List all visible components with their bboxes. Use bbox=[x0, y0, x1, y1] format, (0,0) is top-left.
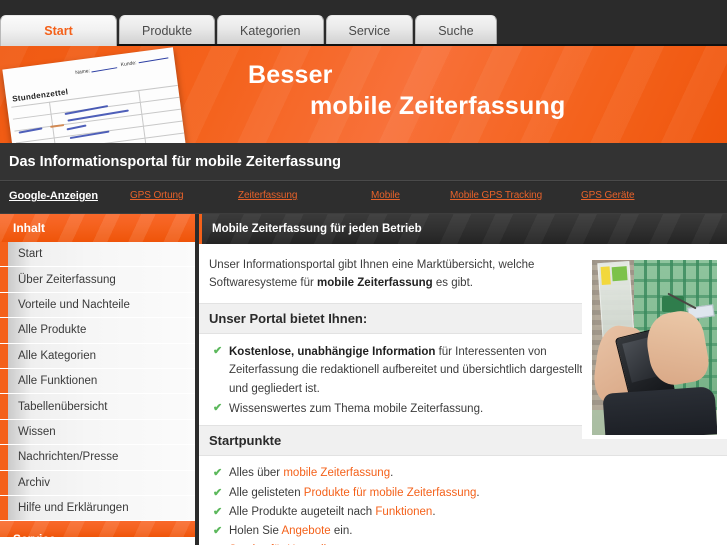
ad-link-gps-ortung[interactable]: GPS Ortung bbox=[130, 190, 184, 201]
timesheet-image: Name: Kunde: Stundenzettel bbox=[2, 47, 186, 143]
sidebar-item-label: Archiv bbox=[18, 476, 50, 489]
tab-start[interactable]: Start bbox=[0, 15, 117, 46]
list-item: ✔ Alle Produkte augeteilt nach Funktionen… bbox=[213, 504, 583, 521]
list-item-suffix: . bbox=[432, 505, 436, 518]
sidebar-item-wissen[interactable]: Wissen bbox=[0, 419, 195, 446]
google-ads-bar: Google-Anzeigen GPS Ortung Zeiterfassung… bbox=[0, 182, 727, 214]
tab-service[interactable]: Service bbox=[325, 15, 414, 46]
photo-inner bbox=[592, 260, 717, 435]
list-item-suffix: ein. bbox=[330, 525, 353, 538]
banner-line-2: mobile Zeiterfassung bbox=[310, 92, 566, 121]
sidebar-item-alle-funktionen[interactable]: Alle Funktionen bbox=[0, 368, 195, 395]
list-item: ✔ Wissenswertes zum Thema mobile Zeiterfa… bbox=[213, 400, 583, 419]
sidebar-header: Inhalt bbox=[0, 214, 195, 242]
content-intro: Unser Informationsportal gibt Ihnen eine… bbox=[199, 244, 579, 303]
list-item-suffix: . bbox=[390, 467, 394, 480]
page-title: Das Informationsportal für mobile Zeiter… bbox=[9, 153, 341, 170]
list-item: ✔ Kostenlose, unabhängige Information für… bbox=[213, 343, 583, 399]
timesheet-kunde-handwriting bbox=[137, 51, 169, 64]
top-tab-bar: Start Produkte Kategorien Service Suche bbox=[0, 0, 727, 51]
list-item: ✔ Alles über mobile Zeiterfassung. bbox=[213, 465, 583, 482]
sidebar-footer-header: Service bbox=[0, 521, 195, 538]
sidebar: Inhalt Start Über Zeiterfassung Vorteile… bbox=[0, 214, 195, 545]
mobile-device-photo bbox=[582, 254, 727, 439]
ad-link-zeiterfassung[interactable]: Zeiterfassung bbox=[238, 190, 297, 201]
portal-title-bar: Das Informationsportal für mobile Zeiter… bbox=[0, 143, 727, 181]
sidebar-item-label: Alle Kategorien bbox=[18, 349, 96, 362]
tab-suche[interactable]: Suche bbox=[415, 15, 497, 46]
list-item-prefix: Alles über bbox=[229, 467, 284, 480]
content-intro-part2: es gibt. bbox=[432, 277, 473, 290]
google-ads-label: Google-Anzeigen bbox=[9, 190, 98, 202]
content-header-label: Mobile Zeiterfassung für jeden Betrieb bbox=[212, 223, 422, 235]
list-item-prefix: Alle Produkte augeteilt nach bbox=[229, 505, 376, 518]
sidebar-item-label: Start bbox=[18, 248, 43, 261]
sidebar-item-label: Tabellenübersicht bbox=[18, 400, 108, 413]
sidebar-item-label: Alle Funktionen bbox=[18, 375, 98, 388]
check-icon: ✔ bbox=[213, 467, 223, 480]
photo-green-label bbox=[611, 266, 628, 282]
ad-link-mobile[interactable]: Mobile bbox=[371, 190, 400, 201]
sidebar-item-vorteile-und-nachteile[interactable]: Vorteile und Nachteile bbox=[0, 292, 195, 319]
sidebar-header-label: Inhalt bbox=[13, 221, 45, 235]
sidebar-item-label: Hilfe und Erklärungen bbox=[18, 502, 129, 515]
timesheet-name-handwriting bbox=[90, 61, 118, 73]
link-produkte-fuer-mobile-zeiterfassung[interactable]: Produkte für mobile Zeiterfassung bbox=[304, 487, 477, 499]
list-item: ✔ Alle gelisteten Produkte für mobile Zei… bbox=[213, 485, 583, 502]
photo-yellow-label bbox=[600, 266, 611, 285]
check-icon: ✔ bbox=[213, 505, 223, 518]
sidebar-footer-label: Service bbox=[0, 532, 195, 537]
ad-link-mobile-gps-tracking[interactable]: Mobile GPS Tracking bbox=[450, 190, 542, 201]
sidebar-item-nachrichten-presse[interactable]: Nachrichten/Presse bbox=[0, 445, 195, 471]
tab-service-label: Service bbox=[348, 24, 391, 38]
sidebar-item-alle-produkte[interactable]: Alle Produkte bbox=[0, 318, 195, 344]
check-icon: ✔ bbox=[213, 525, 223, 538]
sidebar-item-label: Alle Produkte bbox=[18, 324, 87, 337]
sidebar-item-tabellenuebersicht[interactable]: Tabellenübersicht bbox=[0, 394, 195, 420]
link-mobile-zeiterfassung[interactable]: mobile Zeiterfassung bbox=[283, 467, 390, 479]
sidebar-item-label: Vorteile und Nachteile bbox=[18, 298, 130, 311]
tab-suche-label: Suche bbox=[438, 24, 474, 38]
sidebar-item-label: Über Zeiterfassung bbox=[18, 273, 116, 286]
tab-produkte[interactable]: Produkte bbox=[119, 15, 216, 46]
sidebar-item-archiv[interactable]: Archiv bbox=[0, 470, 195, 496]
sidebar-item-alle-kategorien[interactable]: Alle Kategorien bbox=[0, 343, 195, 369]
content-header: Mobile Zeiterfassung für jeden Betrieb bbox=[199, 214, 727, 244]
tab-produkte-label: Produkte bbox=[142, 24, 193, 38]
check-icon: ✔ bbox=[213, 486, 223, 499]
tab-kategorien[interactable]: Kategorien bbox=[217, 15, 324, 46]
tab-list: Start Produkte Kategorien Service Suche bbox=[0, 15, 499, 46]
page-root: Start Produkte Kategorien Service Suche … bbox=[0, 0, 727, 545]
link-funktionen[interactable]: Funktionen bbox=[375, 506, 432, 518]
sidebar-item-start[interactable]: Start bbox=[0, 242, 195, 268]
sidebar-item-label: Wissen bbox=[18, 425, 56, 438]
startpunkte-list: ✔ Alles über mobile Zeiterfassung. ✔ Alle … bbox=[199, 456, 727, 545]
banner-headline: Besser mobile Zeiterfassung bbox=[248, 60, 565, 123]
main-content: Mobile Zeiterfassung für jeden Betrieb U… bbox=[199, 214, 727, 545]
hero-banner: Name: Kunde: Stundenzettel Besser mobile… bbox=[0, 46, 727, 143]
list-item-bold: Kostenlose, unabhängige Information bbox=[229, 345, 436, 358]
tab-kategorien-label: Kategorien bbox=[240, 24, 301, 38]
list-item-suffix: . bbox=[476, 486, 480, 499]
banner-line-1: Besser bbox=[248, 61, 333, 89]
ad-link-gps-geraete[interactable]: GPS Geräte bbox=[581, 190, 635, 201]
photo-jacket-sleeve bbox=[602, 386, 717, 435]
sidebar-item-ueber-zeiterfassung[interactable]: Über Zeiterfassung bbox=[0, 267, 195, 293]
sidebar-item-label: Nachrichten/Presse bbox=[18, 451, 119, 464]
list-item-prefix: Holen Sie bbox=[229, 525, 282, 538]
content-intro-bold: mobile Zeiterfassung bbox=[317, 277, 433, 290]
timesheet-name-label: Name: bbox=[75, 68, 91, 77]
check-icon: ✔ bbox=[213, 401, 223, 414]
sidebar-item-hilfe-und-erklaerungen[interactable]: Hilfe und Erklärungen bbox=[0, 495, 195, 522]
timesheet-kunde-label: Kunde: bbox=[120, 60, 137, 69]
list-item: ✔ Holen Sie Angebote ein. bbox=[213, 523, 583, 540]
list-item-text: Wissenswertes zum Thema mobile Zeiterfas… bbox=[229, 402, 484, 415]
link-angebote[interactable]: Angebote bbox=[281, 525, 330, 537]
check-icon: ✔ bbox=[213, 344, 223, 357]
tab-start-label: Start bbox=[44, 24, 73, 38]
list-item-prefix: Alle gelisteten bbox=[229, 486, 304, 499]
